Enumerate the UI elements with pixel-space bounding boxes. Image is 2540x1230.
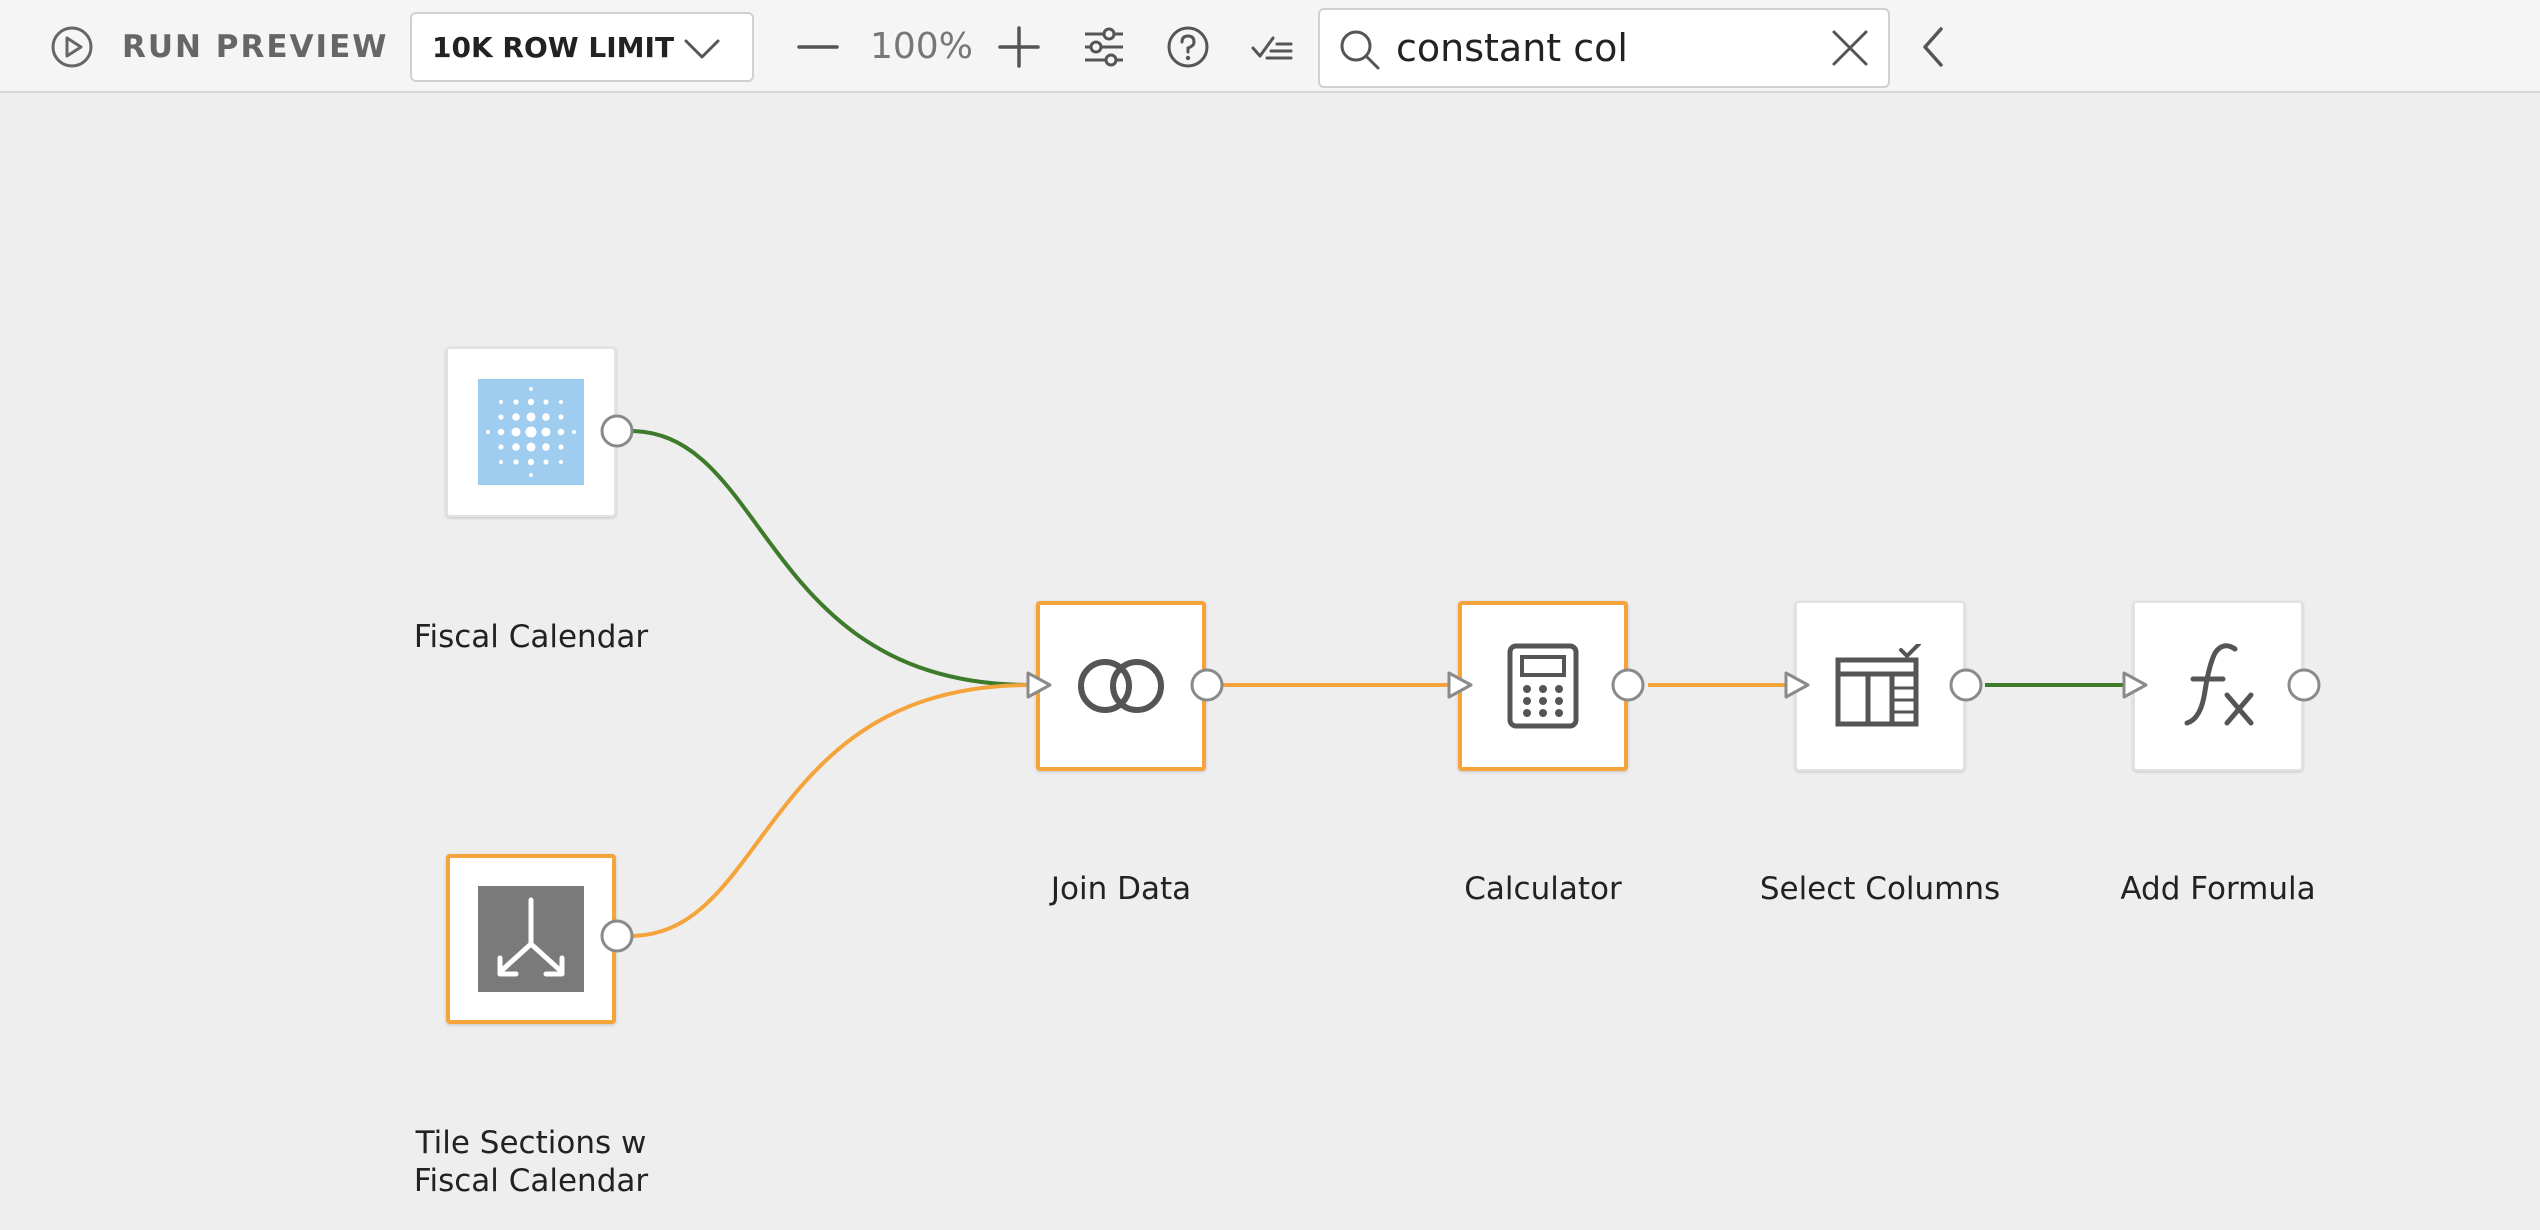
search-box (1318, 8, 1890, 88)
toolbar: RUN PREVIEW 10K ROW LIMIT 100% (0, 0, 2540, 93)
collapse-panel-button[interactable] (1910, 0, 1954, 93)
node-calculator[interactable] (1458, 601, 1628, 771)
node-select-columns[interactable] (1795, 601, 1965, 771)
output-port[interactable] (599, 918, 635, 954)
formula-icon (2184, 643, 2254, 726)
settings-button[interactable] (1078, 0, 1130, 93)
help-button[interactable] (1162, 0, 1214, 93)
search-input[interactable] (1396, 18, 1816, 78)
split-icon (478, 886, 584, 992)
play-circle-icon (51, 26, 93, 67)
output-port[interactable] (1948, 667, 1984, 703)
output-port[interactable] (1189, 667, 1225, 703)
output-port[interactable] (1610, 667, 1646, 703)
input-port[interactable] (1445, 669, 1475, 701)
row-limit-dropdown[interactable]: 10K ROW LIMIT (410, 12, 754, 82)
plus-icon (998, 25, 1040, 68)
sliders-icon (1085, 27, 1123, 66)
zoom-out-button[interactable] (792, 0, 844, 93)
node-label-select-columns: Select Columns (1759, 871, 2001, 907)
node-join-data[interactable] (1036, 601, 1206, 771)
chevron-down-icon (684, 39, 720, 59)
validate-button[interactable] (1246, 0, 1298, 93)
node-label-line: Tile Sections w (415, 1125, 647, 1161)
input-port[interactable] (1782, 669, 1812, 701)
zoom-in-button[interactable] (994, 0, 1044, 93)
help-icon (1167, 26, 1209, 67)
connection-fiscal-to-join[interactable] (629, 429, 1031, 687)
search-icon (1340, 30, 1380, 70)
run-preview-button[interactable]: RUN PREVIEW (48, 0, 388, 93)
output-port[interactable] (2286, 667, 2322, 703)
output-port[interactable] (599, 413, 635, 449)
flow-canvas[interactable]: Fiscal Calendar Tile Sections w Fiscal C… (0, 93, 2540, 1230)
close-icon (1832, 30, 1868, 66)
row-limit-value: 10K ROW LIMIT (432, 30, 675, 64)
input-port[interactable] (1024, 669, 1054, 701)
node-label-fiscal-calendar: Fiscal Calendar (413, 619, 649, 655)
node-label-line: Fiscal Calendar (413, 1163, 649, 1199)
input-port[interactable] (2120, 669, 2150, 701)
minus-icon (797, 44, 839, 49)
node-label-tile-sections: Tile Sections w Fiscal Calendar (381, 1124, 681, 1200)
zoom-level: 100% (870, 26, 973, 67)
node-tile-sections[interactable] (446, 854, 616, 1024)
run-preview-label: RUN PREVIEW (122, 28, 389, 65)
clear-search-button[interactable] (1820, 10, 1880, 86)
node-label-add-formula: Add Formula (2120, 871, 2316, 907)
check-list-icon (1251, 36, 1293, 59)
node-fiscal-calendar[interactable] (446, 347, 616, 517)
node-add-formula[interactable] (2133, 601, 2303, 771)
connection-tile-to-join[interactable] (629, 683, 1031, 938)
calculator-icon (1507, 643, 1579, 729)
node-label-join-data: Join Data (1050, 871, 1192, 907)
select-columns-icon (1835, 644, 1921, 727)
chevron-left-icon (1923, 26, 1943, 67)
dataset-icon (478, 379, 584, 485)
join-icon (1078, 659, 1164, 713)
node-label-calculator: Calculator (1464, 871, 1622, 907)
